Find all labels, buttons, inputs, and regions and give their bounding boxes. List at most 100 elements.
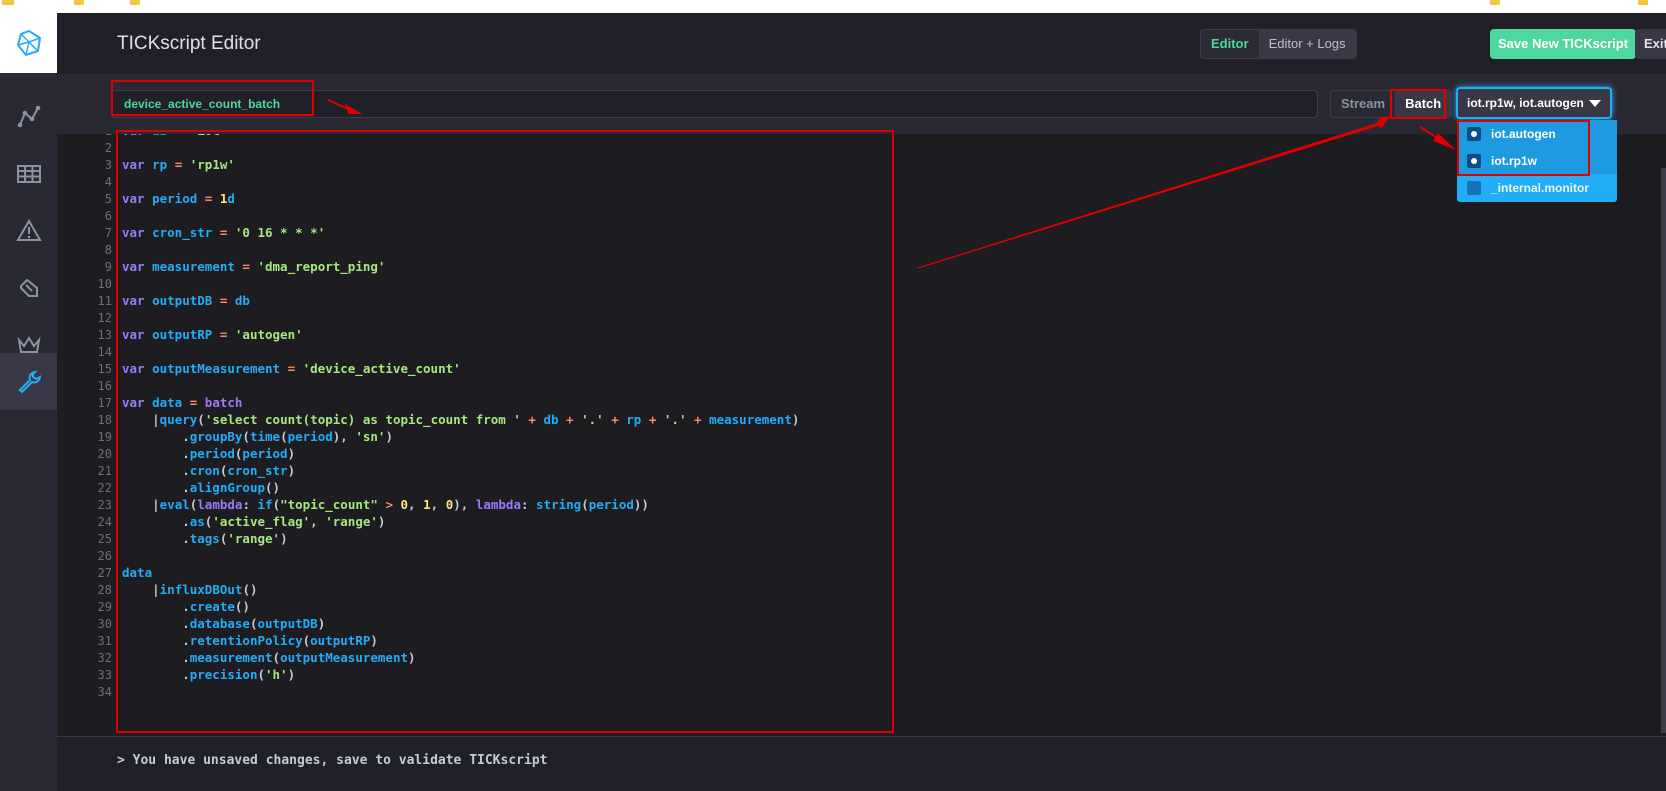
- line-number: 30: [97, 617, 112, 631]
- view-mode-toggle: Editor Editor + Logs: [1200, 29, 1357, 59]
- code-line[interactable]: var outputMeasurement = 'device_active_c…: [122, 360, 461, 378]
- code-line[interactable]: .as('active_flag', 'range'): [122, 513, 385, 531]
- code-token: =: [234, 259, 258, 274]
- code-line[interactable]: .period(period): [122, 445, 295, 463]
- sidebar-item-log-viewer[interactable]: [0, 259, 57, 316]
- code-token: measurement: [152, 259, 235, 274]
- code-token: .: [122, 667, 190, 682]
- code-line[interactable]: |eval(lambda: if("topic_count" > 0, 1, 0…: [122, 496, 649, 514]
- sidebar: [0, 13, 57, 791]
- line-number: 13: [97, 328, 112, 342]
- code-token: '0 16 * * *': [234, 225, 326, 240]
- code-line[interactable]: .groupBy(time(period), 'sn'): [122, 428, 393, 446]
- code-line[interactable]: var period = 1d: [122, 190, 235, 208]
- code-line[interactable]: var measurement = 'dma_report_ping': [122, 258, 385, 276]
- code-line[interactable]: var outputRP = 'autogen': [122, 326, 303, 344]
- code-token: ): [377, 514, 386, 529]
- view-editor-logs-option[interactable]: Editor + Logs: [1259, 30, 1356, 58]
- code-token: 'autogen': [234, 327, 303, 342]
- code-token: cron_str: [152, 225, 213, 240]
- code-token: (: [197, 412, 205, 427]
- line-number: 3: [104, 158, 112, 172]
- code-token: (: [257, 667, 265, 682]
- code-token: rp: [626, 412, 642, 427]
- code-token: ): [370, 633, 378, 648]
- code-line[interactable]: var outputDB = db: [122, 292, 250, 310]
- code-token: ),: [453, 497, 476, 512]
- code-token: var: [122, 395, 153, 410]
- alert-triangle-icon: [15, 218, 42, 241]
- code-token: db: [234, 293, 250, 308]
- code-token: .: [122, 446, 190, 461]
- code-line[interactable]: var cron_str = '0 16 * * *': [122, 224, 325, 242]
- code-token: =: [182, 395, 205, 410]
- code-line[interactable]: .measurement(outputMeasurement): [122, 649, 415, 667]
- code-token: 'rp1w': [189, 157, 235, 172]
- code-line[interactable]: .alignGroup(): [122, 479, 280, 497]
- code-token: outputRP: [152, 327, 213, 342]
- code-line[interactable]: .precision('h'): [122, 666, 295, 684]
- validation-console: > You have unsaved changes, save to vali…: [57, 736, 1666, 791]
- line-number: 27: [97, 566, 112, 580]
- code-token: data: [122, 565, 153, 580]
- dropdown-item-label: iot.rp1w: [1491, 153, 1538, 168]
- save-tickscript-button[interactable]: Save New TICKscript: [1490, 29, 1637, 59]
- line-number: 6: [104, 209, 112, 223]
- dropdown-item-internal-monitor[interactable]: _internal.monitor: [1457, 174, 1617, 201]
- code-token: :: [242, 497, 258, 512]
- code-line[interactable]: |influxDBOut(): [122, 581, 257, 599]
- code-line[interactable]: .database(outputDB): [122, 615, 325, 633]
- line-number: 11: [97, 294, 112, 308]
- code-token: if: [257, 497, 273, 512]
- code-token: |: [122, 582, 160, 597]
- code-line[interactable]: var data = batch: [122, 394, 242, 412]
- checkbox-icon: [1467, 126, 1481, 141]
- line-number: 10: [97, 277, 112, 291]
- code-token: |: [122, 497, 160, 512]
- exit-button[interactable]: Exit: [1635, 29, 1666, 59]
- bookmark-icon: [1638, 0, 1648, 5]
- code-token: .: [122, 633, 190, 648]
- code-line[interactable]: data: [122, 564, 152, 582]
- code-line[interactable]: .tags('range'): [122, 530, 287, 548]
- code-line[interactable]: var db = 'iot': [122, 134, 227, 140]
- script-name-input[interactable]: device_active_count_batch: [111, 90, 1318, 118]
- sidebar-item-dashboards[interactable]: [0, 145, 57, 202]
- line-number: 31: [97, 634, 112, 648]
- sidebar-item-configuration[interactable]: [0, 353, 57, 410]
- code-token: "topic_count": [280, 497, 378, 512]
- code-editor[interactable]: 1234567891011121314151617181920212223242…: [57, 134, 1666, 736]
- code-token: .: [122, 650, 190, 665]
- bookmark-icon: [130, 0, 140, 5]
- view-editor-option[interactable]: Editor: [1201, 30, 1259, 58]
- code-token: =: [197, 191, 220, 206]
- type-stream-option[interactable]: Stream: [1331, 91, 1395, 117]
- code-line[interactable]: .cron(cron_str): [122, 462, 295, 480]
- dropdown-item-iot-rp1w[interactable]: iot.rp1w: [1457, 147, 1617, 174]
- sidebar-item-data-explorer[interactable]: [0, 88, 57, 145]
- code-token: retentionPolicy: [189, 633, 303, 648]
- code-line[interactable]: .create(): [122, 598, 250, 616]
- code-token: cron_str: [227, 463, 288, 478]
- chronograf-logo[interactable]: [0, 13, 57, 73]
- code-token: period: [189, 446, 235, 461]
- code-token: string: [536, 497, 582, 512]
- database-dropdown[interactable]: iot.rp1w, iot.autogen: [1456, 87, 1612, 119]
- page-header: TICKscript Editor Editor Editor + Logs S…: [57, 13, 1666, 74]
- code-token: as: [189, 514, 205, 529]
- code-token: outputMeasurement: [152, 361, 281, 376]
- sidebar-item-alerts[interactable]: [0, 202, 57, 259]
- line-number: 22: [97, 481, 112, 495]
- code-token: period: [588, 497, 634, 512]
- code-token: batch: [204, 395, 243, 410]
- code-line[interactable]: .retentionPolicy(outputRP): [122, 632, 378, 650]
- code-line[interactable]: var rp = 'rp1w': [122, 156, 235, 174]
- dropdown-item-iot-autogen[interactable]: iot.autogen: [1457, 120, 1617, 147]
- code-line[interactable]: |query('select count(topic) as topic_cou…: [122, 411, 799, 429]
- line-number: 29: [97, 600, 112, 614]
- editor-scrollbar[interactable]: [1661, 168, 1666, 733]
- type-batch-option[interactable]: Batch: [1395, 91, 1452, 117]
- line-number: 8: [104, 243, 112, 257]
- code-token: |: [122, 412, 160, 427]
- code-token: lambda: [197, 497, 243, 512]
